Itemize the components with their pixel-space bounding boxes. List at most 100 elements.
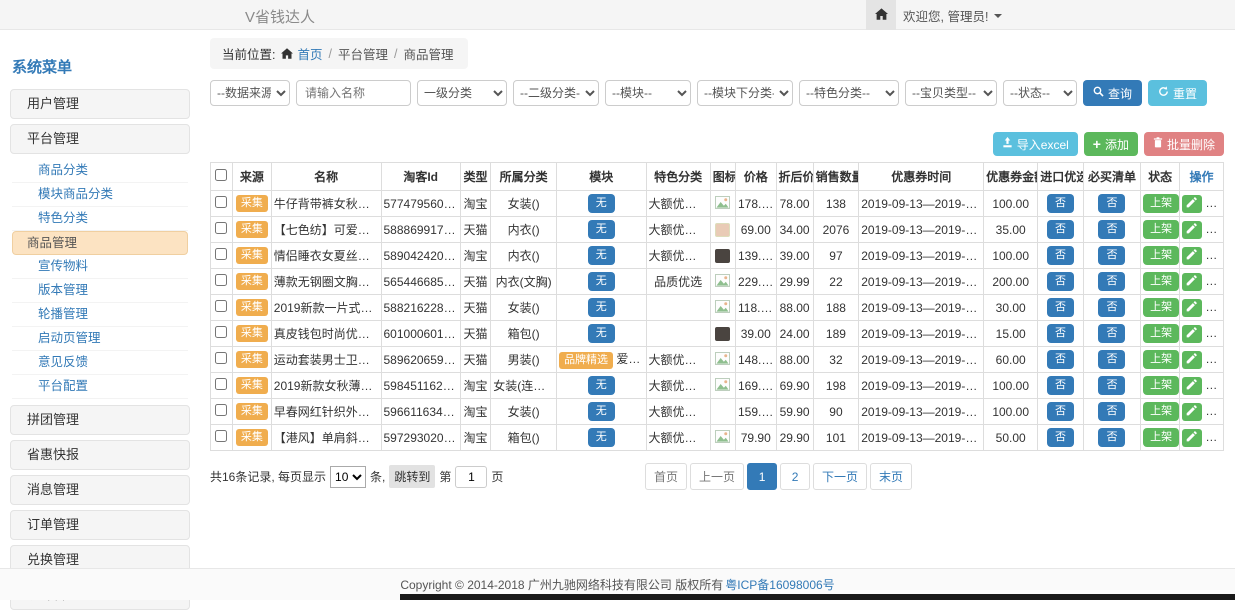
status-badge[interactable]: 上架 [1143, 220, 1179, 239]
row-checkbox[interactable] [215, 326, 227, 338]
must-buy-toggle[interactable]: 否 [1098, 428, 1125, 447]
delete-button[interactable] [1205, 195, 1223, 213]
must-buy-toggle[interactable]: 否 [1098, 376, 1125, 395]
sidebar-item-轮播管理[interactable]: 轮播管理 [12, 303, 188, 327]
delete-button[interactable] [1205, 325, 1223, 343]
row-checkbox[interactable] [215, 248, 227, 260]
delete-button[interactable] [1205, 351, 1223, 369]
status-badge[interactable]: 上架 [1143, 350, 1179, 369]
module-none-badge[interactable]: 无 [588, 194, 615, 213]
sidebar-item-意见反馈[interactable]: 意见反馈 [12, 351, 188, 375]
module-none-badge[interactable]: 无 [588, 402, 615, 421]
sidebar-section-消息管理[interactable]: 消息管理 [10, 475, 190, 505]
import-select-toggle[interactable]: 否 [1047, 376, 1074, 395]
filter-select-8[interactable]: --状态-- [1003, 80, 1077, 106]
delete-button[interactable] [1205, 299, 1223, 317]
reset-button[interactable]: 重置 [1148, 80, 1207, 106]
import-excel-button[interactable]: 导入excel [993, 132, 1078, 156]
page-button-末页[interactable]: 末页 [870, 463, 912, 490]
delete-button[interactable] [1205, 273, 1223, 291]
edit-button[interactable] [1182, 247, 1202, 265]
edit-button[interactable] [1182, 273, 1202, 291]
page-button-上一页[interactable]: 上一页 [690, 463, 744, 490]
icp-link[interactable]: 粤ICP备16098006号 [725, 576, 834, 593]
page-button-1[interactable]: 1 [747, 463, 777, 490]
delete-button[interactable] [1205, 429, 1223, 447]
status-badge[interactable]: 上架 [1143, 272, 1179, 291]
import-select-toggle[interactable]: 否 [1047, 246, 1074, 265]
module-none-badge[interactable]: 无 [588, 220, 615, 239]
status-badge[interactable]: 上架 [1143, 376, 1179, 395]
edit-button[interactable] [1182, 429, 1202, 447]
batch-delete-button[interactable]: 批量删除 [1144, 132, 1224, 156]
module-none-badge[interactable]: 无 [588, 246, 615, 265]
must-buy-toggle[interactable]: 否 [1098, 194, 1125, 213]
must-buy-toggle[interactable]: 否 [1098, 350, 1125, 369]
select-all-checkbox[interactable] [215, 169, 227, 181]
row-checkbox[interactable] [215, 352, 227, 364]
must-buy-toggle[interactable]: 否 [1098, 298, 1125, 317]
page-button-下一页[interactable]: 下一页 [813, 463, 867, 490]
filter-select-6[interactable]: --特色分类-- [799, 80, 899, 106]
sidebar-item-模块商品分类[interactable]: 模块商品分类 [12, 183, 188, 207]
import-select-toggle[interactable]: 否 [1047, 220, 1074, 239]
edit-button[interactable] [1182, 403, 1202, 421]
module-none-badge[interactable]: 无 [588, 272, 615, 291]
module-none-badge[interactable]: 无 [588, 324, 615, 343]
import-select-toggle[interactable]: 否 [1047, 350, 1074, 369]
per-page-select[interactable]: 10 [330, 466, 366, 488]
sidebar-section-0[interactable]: 用户管理 [10, 89, 190, 119]
delete-button[interactable] [1205, 221, 1223, 239]
edit-button[interactable] [1182, 351, 1202, 369]
row-checkbox[interactable] [215, 274, 227, 286]
status-badge[interactable]: 上架 [1143, 402, 1179, 421]
breadcrumb-home-link[interactable]: 首页 [297, 44, 322, 63]
import-select-toggle[interactable]: 否 [1047, 402, 1074, 421]
module-none-badge[interactable]: 无 [588, 298, 615, 317]
sidebar-section-省惠快报[interactable]: 省惠快报 [10, 440, 190, 470]
edit-button[interactable] [1182, 221, 1202, 239]
filter-select-5[interactable]: --模块下分类-- [697, 80, 793, 106]
row-checkbox[interactable] [215, 430, 227, 442]
status-badge[interactable]: 上架 [1143, 246, 1179, 265]
sidebar-section-订单管理[interactable]: 订单管理 [10, 510, 190, 540]
filter-select-0[interactable]: --数据来源-- [210, 80, 290, 106]
edit-button[interactable] [1182, 325, 1202, 343]
filter-select-3[interactable]: --二级分类-- [513, 80, 599, 106]
edit-button[interactable] [1182, 377, 1202, 395]
delete-button[interactable] [1205, 247, 1223, 265]
edit-button[interactable] [1182, 195, 1202, 213]
page-button-2[interactable]: 2 [780, 463, 810, 490]
module-none-badge[interactable]: 无 [588, 376, 615, 395]
import-select-toggle[interactable]: 否 [1047, 428, 1074, 447]
must-buy-toggle[interactable]: 否 [1098, 220, 1125, 239]
add-button[interactable]: + 添加 [1084, 132, 1138, 156]
sidebar-item-商品分类[interactable]: 商品分类 [12, 159, 188, 183]
import-select-toggle[interactable]: 否 [1047, 298, 1074, 317]
sidebar-item-特色分类[interactable]: 特色分类 [12, 207, 188, 231]
status-badge[interactable]: 上架 [1143, 428, 1179, 447]
row-checkbox[interactable] [215, 196, 227, 208]
must-buy-toggle[interactable]: 否 [1098, 324, 1125, 343]
jump-button[interactable]: 跳转到 [389, 465, 435, 488]
sidebar-section-拼团管理[interactable]: 拼团管理 [10, 405, 190, 435]
filter-select-4[interactable]: --模块-- [605, 80, 691, 106]
sidebar-section-1[interactable]: 平台管理 [10, 124, 190, 154]
module-brand-badge[interactable]: 品牌精选 [559, 352, 613, 369]
jump-page-input[interactable] [455, 466, 487, 488]
import-select-toggle[interactable]: 否 [1047, 194, 1074, 213]
home-button[interactable] [866, 0, 896, 30]
must-buy-toggle[interactable]: 否 [1098, 272, 1125, 291]
row-checkbox[interactable] [215, 404, 227, 416]
user-menu[interactable]: 欢迎您, 管理员! [903, 0, 1002, 30]
delete-button[interactable] [1205, 403, 1223, 421]
delete-button[interactable] [1205, 377, 1223, 395]
import-select-toggle[interactable]: 否 [1047, 324, 1074, 343]
status-badge[interactable]: 上架 [1143, 298, 1179, 317]
status-badge[interactable]: 上架 [1143, 324, 1179, 343]
must-buy-toggle[interactable]: 否 [1098, 402, 1125, 421]
status-badge[interactable]: 上架 [1143, 194, 1179, 213]
row-checkbox[interactable] [215, 300, 227, 312]
sidebar-item-版本管理[interactable]: 版本管理 [12, 279, 188, 303]
query-button[interactable]: 查询 [1083, 80, 1142, 106]
